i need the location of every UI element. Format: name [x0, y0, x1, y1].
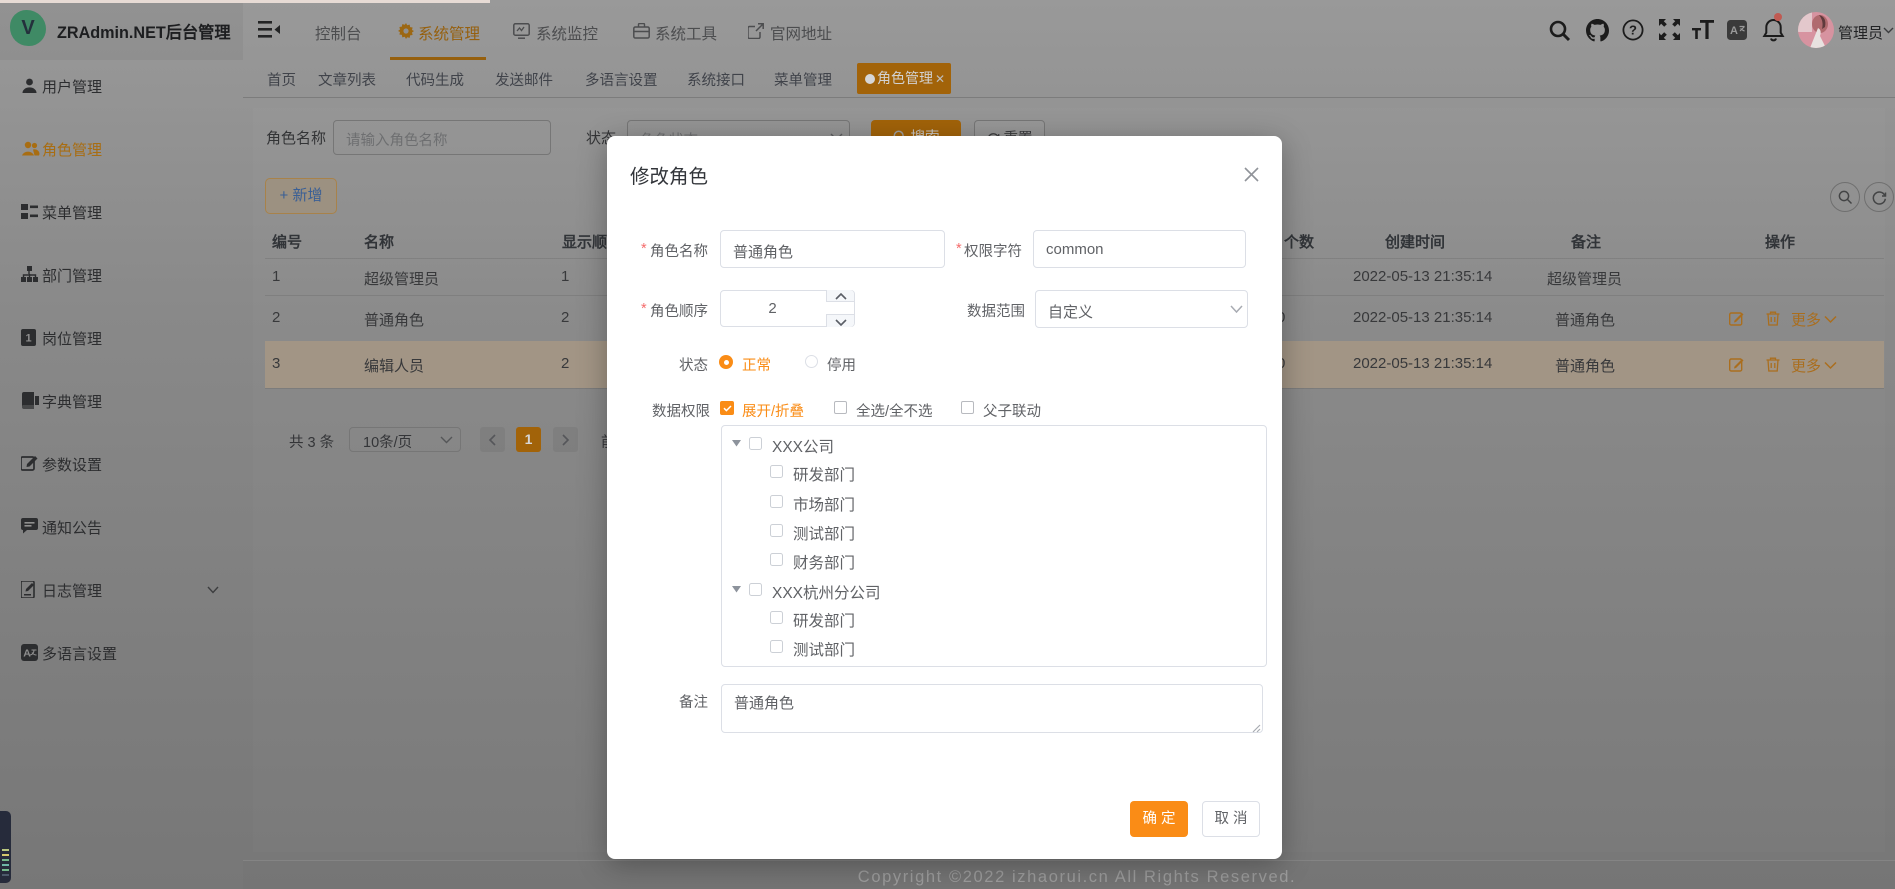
svg-text:A: A — [1730, 25, 1738, 37]
svg-text:?: ? — [1629, 23, 1637, 38]
svg-text:A: A — [23, 648, 31, 660]
svg-text:1: 1 — [25, 333, 31, 345]
